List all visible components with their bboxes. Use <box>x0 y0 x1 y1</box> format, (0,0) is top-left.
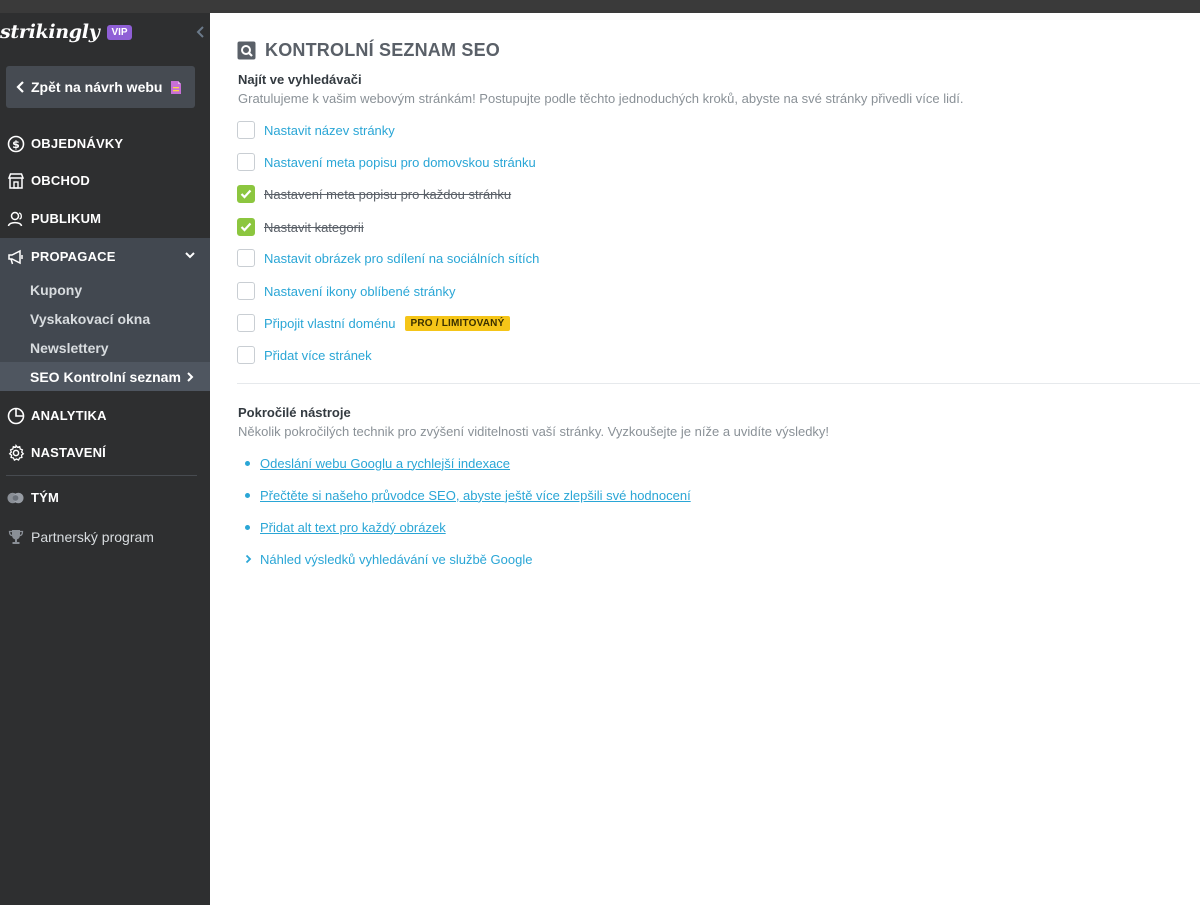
page-icon <box>170 80 182 95</box>
sub-item-newsletters[interactable]: Newslettery <box>0 333 210 362</box>
advanced-link-item[interactable]: Přidat alt text pro každý obrázek <box>245 517 446 537</box>
megaphone-icon <box>6 247 25 266</box>
checklist-label: Nastavení meta popisu pro domovskou strá… <box>264 154 536 170</box>
nav-label-promotion: PROPAGACE <box>31 249 116 264</box>
checkbox[interactable] <box>237 121 255 139</box>
checklist-item[interactable]: Nastavit obrázek pro sdílení na sociální… <box>237 248 539 268</box>
chevron-down-icon <box>184 249 196 264</box>
chevron-right-icon <box>245 554 252 564</box>
checklist-item[interactable]: Připojit vlastní doménu PRO / LIMITOVANÝ <box>237 313 511 333</box>
vip-badge: VIP <box>107 24 132 40</box>
checkbox[interactable] <box>237 314 255 332</box>
checklist-label: Nastavit kategorii <box>264 219 364 235</box>
checklist-item[interactable]: Nastavit název stránky <box>237 120 395 140</box>
checklist-label: Připojit vlastní doménu <box>264 315 396 331</box>
checklist-label: Nastavení ikony oblíbené stránky <box>264 283 456 299</box>
trophy-icon <box>6 527 25 546</box>
checkbox[interactable] <box>237 346 255 364</box>
submit-to-google-link[interactable]: Odeslání webu Googlu a rychlejší indexac… <box>260 456 510 471</box>
back-button-label: Zpět na návrh webu <box>31 79 163 95</box>
checklist-item[interactable]: Nastavení meta popisu pro domovskou strá… <box>237 152 536 172</box>
seo-guide-link[interactable]: Přečtěte si našeho průvodce SEO, abyste … <box>260 488 691 503</box>
checklist-item[interactable]: Přidat více stránek <box>237 345 372 365</box>
users-icon <box>6 209 25 228</box>
google-preview-expander[interactable]: Náhled výsledků vyhledávání ve službě Go… <box>245 549 532 569</box>
nav-item-analytics[interactable]: ANALYTIKA <box>0 397 210 434</box>
nav-label-store: OBCHOD <box>31 173 90 188</box>
checklist-label: Nastavit obrázek pro sdílení na sociální… <box>264 250 540 266</box>
advanced-section-description: Několik pokročilých technik pro zvýšení … <box>238 424 830 439</box>
main-content: KONTROLNÍ SEZNAM SEO Najít ve vyhledávač… <box>210 13 1200 905</box>
nav-label-settings: NASTAVENÍ <box>31 445 106 460</box>
sub-item-coupons[interactable]: Kupony <box>0 275 210 304</box>
find-section-heading: Najít ve vyhledávači <box>238 72 362 87</box>
nav-label-analytics: ANALYTIKA <box>31 408 107 423</box>
svg-text:$: $ <box>12 138 20 151</box>
sub-item-seo-checklist[interactable]: SEO Kontrolní seznam <box>0 362 210 391</box>
nav-item-orders[interactable]: $ OBJEDNÁVKY <box>0 125 210 162</box>
brand: strikingly VIP <box>0 20 132 44</box>
checkbox[interactable] <box>237 282 255 300</box>
sidebar: strikingly VIP Zpět na návrh webu $ OBJE… <box>0 13 210 905</box>
dollar-circle-icon: $ <box>6 134 25 153</box>
brand-logo: strikingly <box>0 21 100 43</box>
bullet-icon <box>245 492 250 498</box>
advanced-section-heading: Pokročilé nástroje <box>238 405 351 420</box>
checkbox-checked[interactable] <box>237 218 255 236</box>
advanced-link-item[interactable]: Odeslání webu Googlu a rychlejší indexac… <box>245 453 510 473</box>
checklist-label: Přidat více stránek <box>264 347 372 363</box>
checklist-item[interactable]: Nastavení meta popisu pro každou stránku <box>237 184 511 204</box>
sidebar-divider <box>6 475 197 476</box>
back-to-design-button[interactable]: Zpět na návrh webu <box>6 66 195 108</box>
sub-item-popups[interactable]: Vyskakovací okna <box>0 304 210 333</box>
alt-text-link[interactable]: Přidat alt text pro každý obrázek <box>260 520 446 535</box>
team-icon <box>6 488 25 507</box>
page-header: KONTROLNÍ SEZNAM SEO <box>237 40 500 61</box>
nav-item-audience[interactable]: PUBLIKUM <box>0 200 210 237</box>
chevron-left-icon <box>16 81 25 93</box>
nav-label-team: TÝM <box>31 490 60 505</box>
google-preview-label: Náhled výsledků vyhledávání ve službě Go… <box>260 551 533 567</box>
sub-item-label: Newslettery <box>30 339 109 356</box>
nav-item-store[interactable]: OBCHOD <box>0 162 210 199</box>
checkbox[interactable] <box>237 153 255 171</box>
pie-chart-icon <box>6 406 25 425</box>
nav-label-audience: PUBLIKUM <box>31 211 102 226</box>
store-icon <box>6 171 25 190</box>
find-section-description: Gratulujeme k vašim webovým stránkám! Po… <box>238 91 964 106</box>
bullet-icon <box>245 460 250 466</box>
nav-item-settings[interactable]: NASTAVENÍ <box>0 434 210 471</box>
nav-label-orders: OBJEDNÁVKY <box>31 136 124 151</box>
top-bar <box>0 0 1200 13</box>
advanced-link-item[interactable]: Přečtěte si našeho průvodce SEO, abyste … <box>245 485 691 505</box>
checklist-item[interactable]: Nastavení ikony oblíbené stránky <box>237 281 456 301</box>
section-divider <box>237 383 1200 384</box>
checklist-label: Nastavit název stránky <box>264 122 395 138</box>
checklist-item[interactable]: Nastavit kategorii <box>237 217 364 237</box>
checkmark-icon <box>240 222 252 232</box>
chevron-right-icon <box>184 370 196 386</box>
nav-item-partner-program[interactable]: Partnerský program <box>0 518 210 555</box>
nav-item-team[interactable]: TÝM <box>0 479 210 516</box>
sub-item-label: SEO Kontrolní seznam <box>30 368 181 385</box>
checkbox-checked[interactable] <box>237 185 255 203</box>
sub-item-label: Kupony <box>30 281 83 298</box>
collapse-sidebar-icon[interactable] <box>194 24 208 40</box>
checklist-label: Nastavení meta popisu pro každou stránku <box>264 186 512 202</box>
checkmark-icon <box>240 189 252 199</box>
page-title: KONTROLNÍ SEZNAM SEO <box>265 40 501 60</box>
bullet-icon <box>245 524 250 530</box>
gear-icon <box>6 443 25 462</box>
sub-item-label: Vyskakovací okna <box>30 310 151 327</box>
seo-search-icon <box>237 41 256 60</box>
nav-item-promotion[interactable]: PROPAGACE <box>0 238 210 275</box>
checkbox[interactable] <box>237 249 255 267</box>
pro-limited-badge: PRO / LIMITOVANÝ <box>404 315 511 331</box>
nav-label-partner-program: Partnerský program <box>31 528 154 545</box>
